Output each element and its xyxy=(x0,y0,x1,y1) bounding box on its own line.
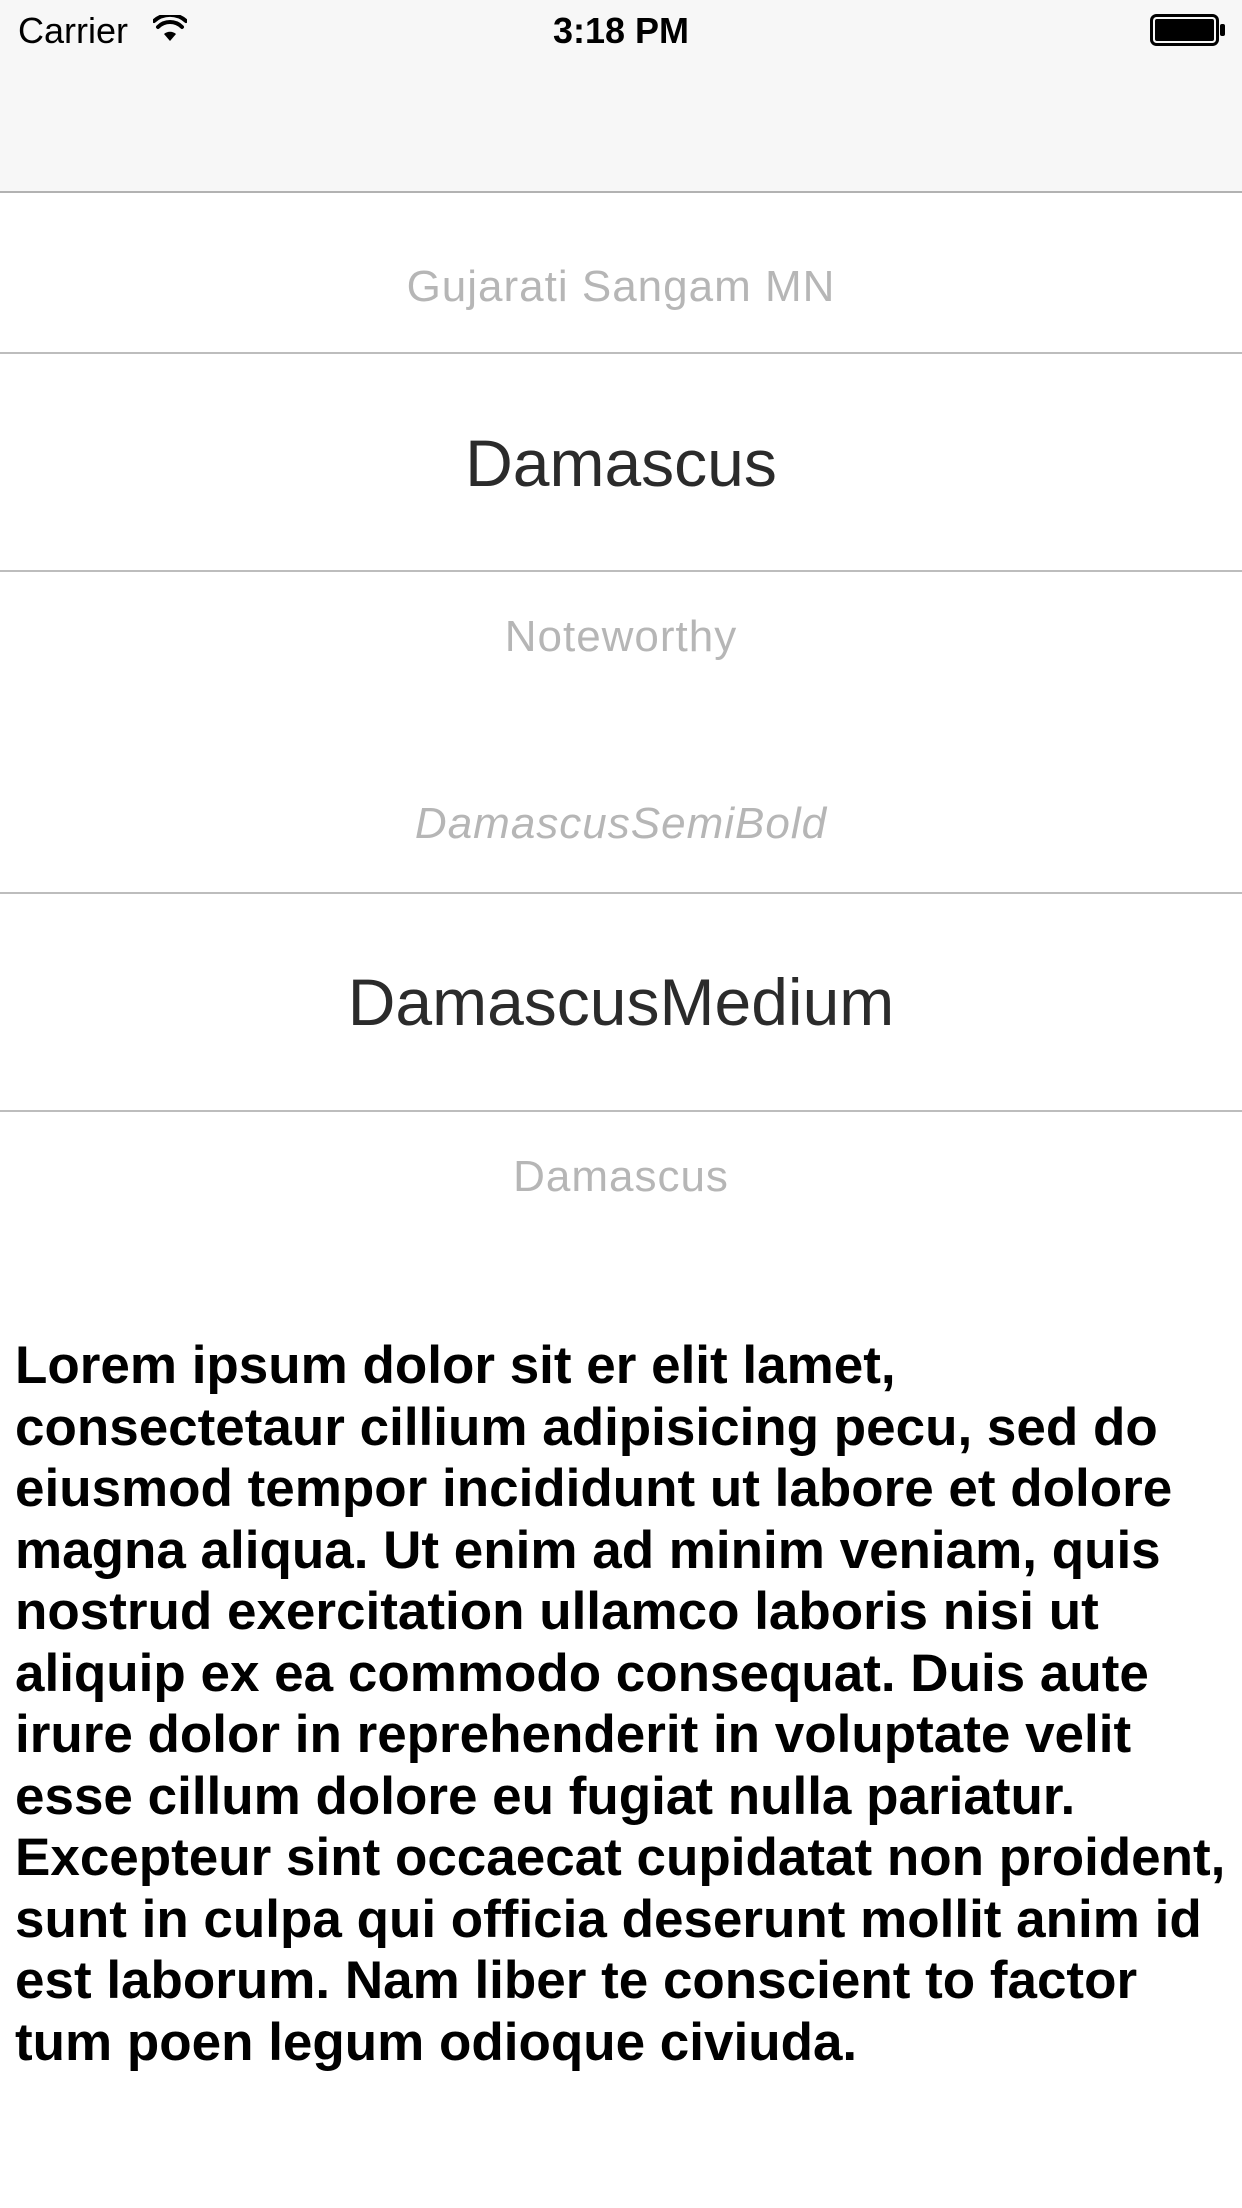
picker-row-damascus-medium-selected[interactable]: DamascusMedium xyxy=(0,959,1242,1045)
sample-text: Lorem ipsum dolor sit er elit lamet, con… xyxy=(15,1336,1226,2072)
status-bar: Carrier 3:18 PM xyxy=(0,0,1242,60)
status-time: 3:18 PM xyxy=(552,10,690,51)
picker-divider xyxy=(0,1110,1242,1112)
picker-divider xyxy=(0,570,1242,572)
battery-icon xyxy=(1150,14,1225,46)
picker-row-gujarati-sangam-mn[interactable]: Gujarati Sangam MN xyxy=(0,258,1242,316)
picker-divider xyxy=(0,352,1242,354)
picker-row-damascus[interactable]: Damascus xyxy=(0,1148,1242,1206)
picker-row-damascus-selected[interactable]: Damascus xyxy=(0,420,1242,506)
picker-row-damascus-semibold[interactable]: DamascusSemiBold xyxy=(0,795,1242,853)
picker-divider xyxy=(0,892,1242,894)
picker-row-noteworthy[interactable]: Noteworthy xyxy=(0,608,1242,666)
navigation-bar xyxy=(0,60,1242,193)
